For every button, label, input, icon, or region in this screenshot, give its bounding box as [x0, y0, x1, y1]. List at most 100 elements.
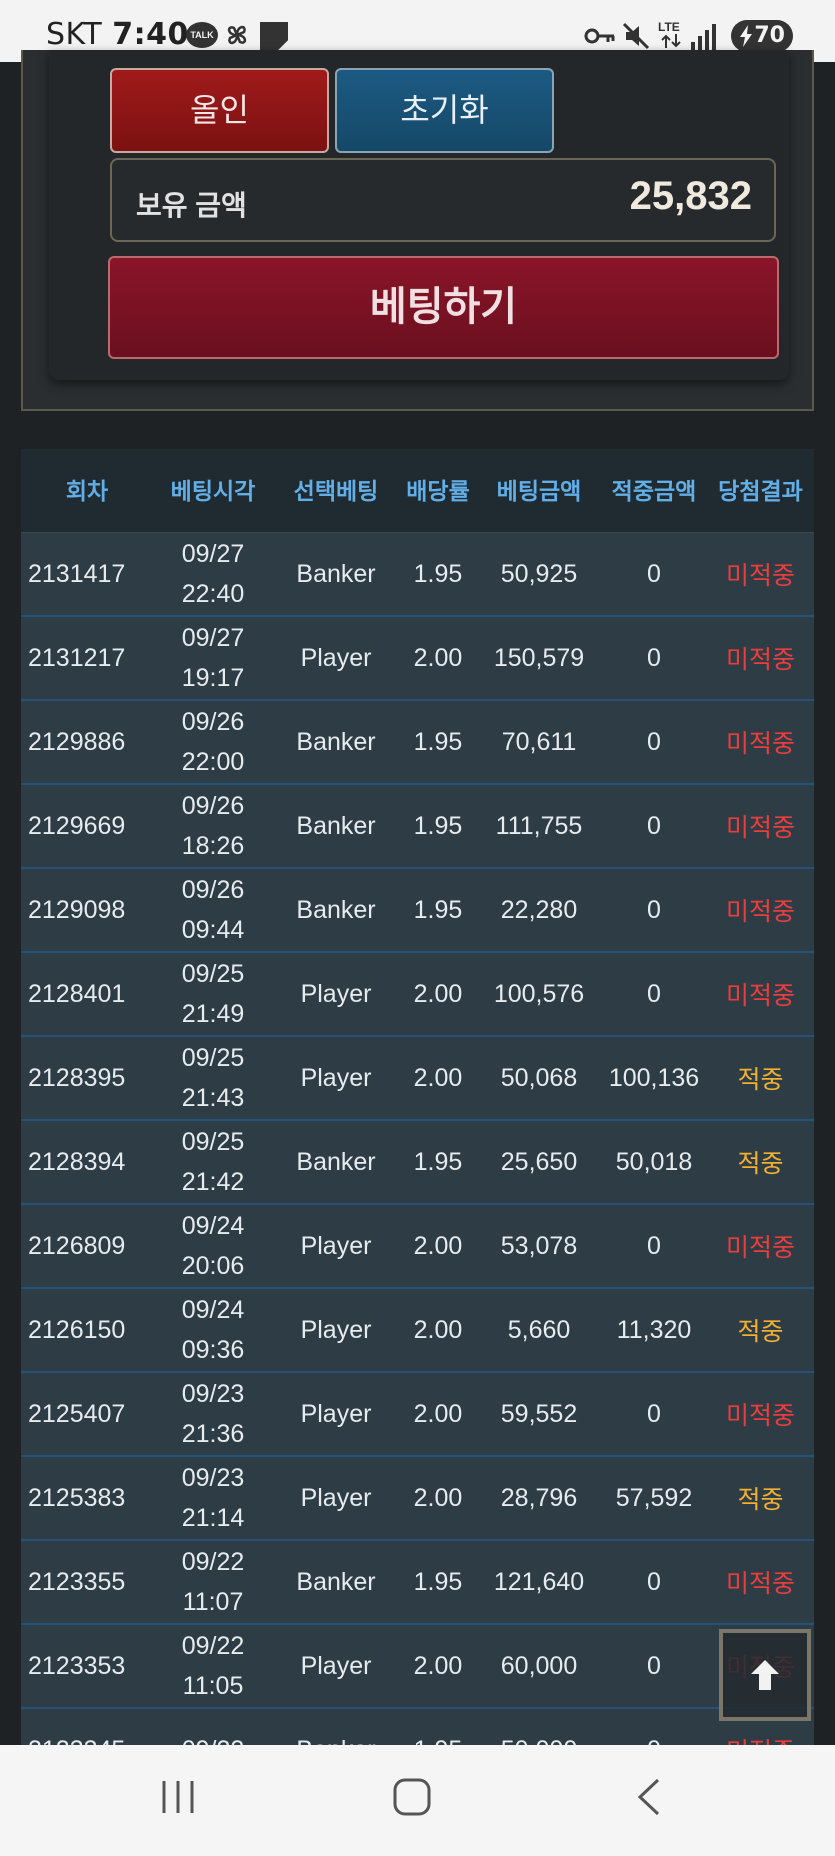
cell-bet-time: 09/26 22:00: [153, 701, 273, 783]
cell-bet-time: 09/26 09:44: [153, 869, 273, 951]
cell-time: 20:06: [181, 1252, 245, 1280]
reset-button[interactable]: 초기화: [335, 68, 554, 153]
cell-bet-amount: 53,078: [500, 1231, 578, 1260]
cell-pick: Banker: [296, 1567, 376, 1596]
balance-label: 보유 금액: [136, 190, 247, 221]
cell-odds: 2.00: [413, 643, 463, 672]
battery-icon: 70: [731, 20, 793, 52]
cell-odds: 2.00: [413, 1315, 463, 1344]
cell-result: 적중: [737, 1150, 784, 1178]
navigation-bar: [0, 1745, 835, 1856]
cell-win-amount: 0: [647, 1567, 661, 1596]
cell-pick: Banker: [273, 1709, 399, 1746]
cell-bet-amount: 25,650: [500, 1147, 578, 1176]
table-row: 2126150 09/24 09:36 Player 2.00 5,660 11,320 적중: [21, 1289, 814, 1373]
cell-round: 2128395: [28, 1063, 126, 1092]
cell-date: 09/23: [181, 1380, 245, 1408]
cell-result: 적중: [737, 1318, 784, 1346]
cell-bet-time: 09/23 21:14: [153, 1457, 273, 1539]
cell-win-amount: 0: [601, 1709, 707, 1746]
kakaotalk-icon: TALK: [186, 22, 218, 48]
cell-bet-amount: 5,660: [507, 1315, 571, 1344]
table-body: 2131417 09/27 22:40 Banker 1.95 50,925 0 미적중 213…: [21, 533, 814, 1745]
header-result: 당첨결과: [718, 478, 803, 504]
arrow-up-icon: [751, 1660, 779, 1690]
clock: 7:40: [112, 17, 189, 52]
cell-bet-time: 09/25 21:42: [153, 1121, 273, 1203]
cell-round: 2123345: [21, 1709, 153, 1746]
cell-result: 미적중: [725, 646, 795, 674]
cell-time: 21:36: [181, 1420, 245, 1448]
cell-bet-time: 09/26 18:26: [153, 785, 273, 867]
pinwheel-icon: [227, 25, 247, 45]
cell-odds: 2.00: [413, 1399, 463, 1428]
table-row: 2131417 09/27 22:40 Banker 1.95 50,925 0 미적중: [21, 533, 814, 617]
table-row: 2129098 09/26 09:44 Banker 1.95 22,280 0 미적중: [21, 869, 814, 953]
cell-date: 09/24: [181, 1296, 245, 1324]
cell-result: 미적중: [725, 898, 795, 926]
cell-win-amount: 0: [647, 895, 661, 924]
cell-odds: 2.00: [413, 1231, 463, 1260]
table-row: 2128395 09/25 21:43 Player 2.00 50,068 100,136…: [21, 1037, 814, 1121]
cell-date: 09/22: [181, 1632, 245, 1660]
table-header: 회차 베팅시각 선택베팅 배당률 베팅금액 적중금액 당첨결과: [21, 449, 814, 533]
cell-bet-amount: 22,280: [500, 895, 578, 924]
cell-win-amount: 0: [647, 559, 661, 588]
signal-icon: [691, 24, 716, 50]
table-row: 212334509/22Banker1.9550,0000미적중: [21, 1709, 814, 1745]
battery-level: 70: [754, 23, 785, 48]
cell-bet-time: 09/22 11:05: [153, 1625, 273, 1707]
table-row: 212335309/2211:05Player2.0060,0000미적중: [21, 1625, 814, 1709]
cell-date: 09/26: [181, 876, 245, 904]
cell-date: 09/22: [182, 1730, 245, 1745]
cell-time: 19:17: [181, 664, 245, 692]
table-row: 2129669 09/26 18:26 Banker 1.95 111,755 0 미적중: [21, 785, 814, 869]
cell-odds: 1.95: [413, 1147, 463, 1176]
cell-round: 2128394: [28, 1147, 126, 1176]
cell-bet-time: 09/27 22:40: [153, 533, 273, 615]
cell-pick: Banker: [296, 559, 376, 588]
home-icon[interactable]: [392, 1777, 432, 1817]
cell-bet-amount: 100,576: [493, 979, 585, 1008]
cell-odds: 1.95: [413, 895, 463, 924]
cell-time: 09:44: [181, 916, 245, 944]
header-win-amount: 적중금액: [611, 478, 697, 504]
cell-time: 09:36: [181, 1336, 245, 1364]
cell-round: 2123355: [28, 1567, 126, 1596]
cell-bet-amount: 50,068: [500, 1063, 578, 1092]
cell-round: 2128401: [28, 979, 126, 1008]
scroll-top-button[interactable]: [719, 1629, 811, 1721]
cell-time: 22:00: [181, 748, 245, 776]
cell-date: 09/25: [181, 1044, 245, 1072]
cell-pick: Player: [300, 1483, 372, 1512]
cell-win-amount: 0: [647, 643, 661, 672]
carrier-label: SKT: [46, 17, 103, 52]
bet-panel: 올인 초기화 보유 금액 25,832 베팅하기: [21, 50, 814, 411]
table-row: 2128401 09/25 21:49 Player 2.00 100,576 0 미적중: [21, 953, 814, 1037]
note-icon: [260, 22, 288, 50]
cell-round: 2123353: [28, 1651, 126, 1680]
cell-pick: Player: [300, 1651, 372, 1680]
cell-date: 09/27: [181, 624, 245, 652]
allin-button[interactable]: 올인: [110, 68, 329, 153]
cell-time: 21:14: [181, 1504, 245, 1532]
cell-time: 21:49: [181, 1000, 245, 1028]
cell-date: 09/24: [181, 1212, 245, 1240]
cell-pick: Banker: [296, 895, 376, 924]
cell-date: 09/26: [181, 708, 245, 736]
cell-odds: 1.95: [413, 1567, 463, 1596]
cell-result: 미적중: [725, 1402, 795, 1430]
cell-result: 미적중: [725, 730, 795, 758]
cell-bet-time: 09/25 21:43: [153, 1037, 273, 1119]
bet-history-table[interactable]: 회차 베팅시각 선택베팅 배당률 베팅금액 적중금액 당첨결과 2131417 0…: [21, 449, 814, 1745]
cell-bet-time: 09/22 11:07: [153, 1541, 273, 1623]
cell-win-amount: 0: [647, 1231, 661, 1260]
place-bet-button[interactable]: 베팅하기: [108, 256, 779, 359]
recent-apps-icon[interactable]: [158, 1777, 198, 1817]
cell-time: 21:42: [181, 1168, 245, 1196]
cell-round: 2129098: [28, 895, 126, 924]
table-row: 2123355 09/22 11:07 Banker 1.95 121,640 0 미적중: [21, 1541, 814, 1625]
table-row: 2125407 09/23 21:36 Player 2.00 59,552 0 미적중: [21, 1373, 814, 1457]
back-icon[interactable]: [630, 1777, 670, 1817]
cell-pick: Player: [300, 979, 372, 1008]
